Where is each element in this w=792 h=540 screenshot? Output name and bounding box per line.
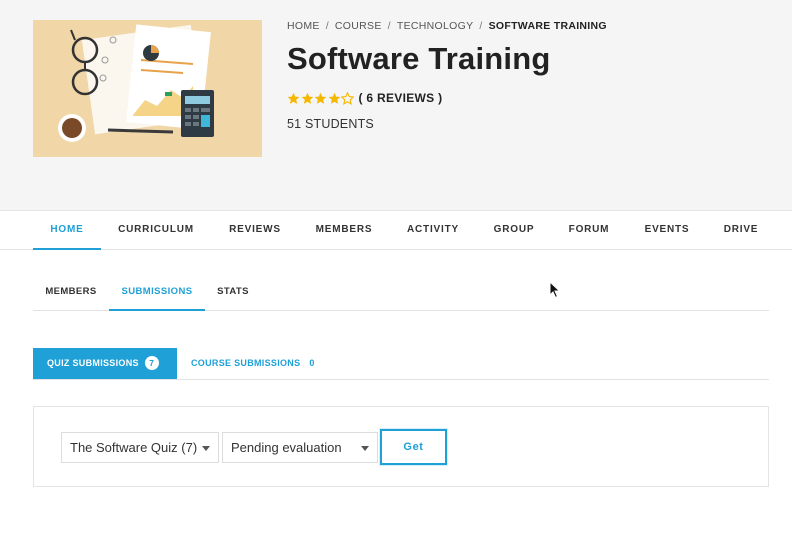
star-filled-icon [287, 92, 300, 104]
reviews-count[interactable]: ( 6 REVIEWS ) [359, 91, 443, 105]
nav-tab-group[interactable]: GROUP [486, 211, 542, 250]
course-illustration [33, 20, 262, 157]
breadcrumb-home[interactable]: HOME [287, 20, 320, 32]
course-thumbnail[interactable] [33, 20, 262, 157]
submission-tabs: QUIZ SUBMISSIONS 7 COURSE SUBMISSIONS 0 [33, 348, 769, 380]
breadcrumb: HOME / COURSE / TECHNOLOGY / SOFTWARE TRAINING [287, 20, 607, 32]
admin-subtabs: MEMBERS SUBMISSIONS STATS [33, 275, 769, 311]
breadcrumb-separator: / [387, 20, 391, 32]
nav-tab-curriculum[interactable]: CURRICULUM [111, 211, 201, 250]
tab-quiz-submissions-label: QUIZ SUBMISSIONS [47, 358, 139, 368]
star-filled-icon [301, 92, 313, 104]
nav-tab-events[interactable]: EVENTS [636, 211, 698, 250]
quiz-select[interactable]: The Software Quiz (7) [61, 432, 219, 463]
course-count: 0 [309, 358, 315, 368]
subtab-members[interactable]: MEMBERS [33, 275, 109, 311]
chevron-down-icon [361, 446, 369, 451]
status-select[interactable]: Pending evaluation [222, 432, 378, 463]
star-empty-icon [341, 91, 354, 105]
mouse-pointer-icon [549, 280, 561, 304]
breadcrumb-technology[interactable]: TECHNOLOGY [397, 20, 474, 32]
course-nav: HOME CURRICULUM REVIEWS MEMBERS ACTIVITY… [0, 210, 792, 250]
course-rating: ( 6 REVIEWS ) [287, 90, 442, 106]
breadcrumb-separator: / [325, 20, 329, 32]
nav-tab-members[interactable]: MEMBERS [308, 211, 380, 250]
nav-tab-reviews[interactable]: REVIEWS [221, 211, 289, 250]
status-select-value: Pending evaluation [231, 440, 342, 455]
rating-stars [287, 91, 355, 105]
tab-quiz-submissions[interactable]: QUIZ SUBMISSIONS 7 [33, 348, 177, 379]
get-button[interactable]: Get [380, 429, 447, 465]
subtab-stats[interactable]: STATS [209, 275, 257, 311]
star-filled-icon [314, 92, 327, 104]
breadcrumb-separator: / [479, 20, 483, 32]
star-filled-icon [328, 92, 340, 104]
page-title: Software Training [287, 41, 551, 76]
subtab-submissions[interactable]: SUBMISSIONS [109, 275, 205, 311]
nav-tab-drive[interactable]: DRIVE [716, 211, 766, 250]
tab-course-submissions[interactable]: COURSE SUBMISSIONS 0 [191, 348, 315, 379]
chevron-down-icon [202, 446, 210, 451]
submission-filter-panel: The Software Quiz (7) Pending evaluation… [33, 406, 769, 487]
quiz-count-badge: 7 [144, 355, 159, 370]
tab-course-submissions-label: COURSE SUBMISSIONS [191, 358, 301, 368]
nav-tab-activity[interactable]: ACTIVITY [400, 211, 466, 250]
quiz-select-value: The Software Quiz (7) [70, 440, 198, 455]
nav-tab-home[interactable]: HOME [33, 211, 101, 250]
students-count: 51 STUDENTS [287, 117, 374, 131]
breadcrumb-current: SOFTWARE TRAINING [488, 20, 607, 32]
course-header: HOME / COURSE / TECHNOLOGY / SOFTWARE TRAINING… [0, 0, 792, 210]
breadcrumb-course[interactable]: COURSE [335, 20, 382, 32]
nav-tab-forum[interactable]: FORUM [561, 211, 617, 250]
